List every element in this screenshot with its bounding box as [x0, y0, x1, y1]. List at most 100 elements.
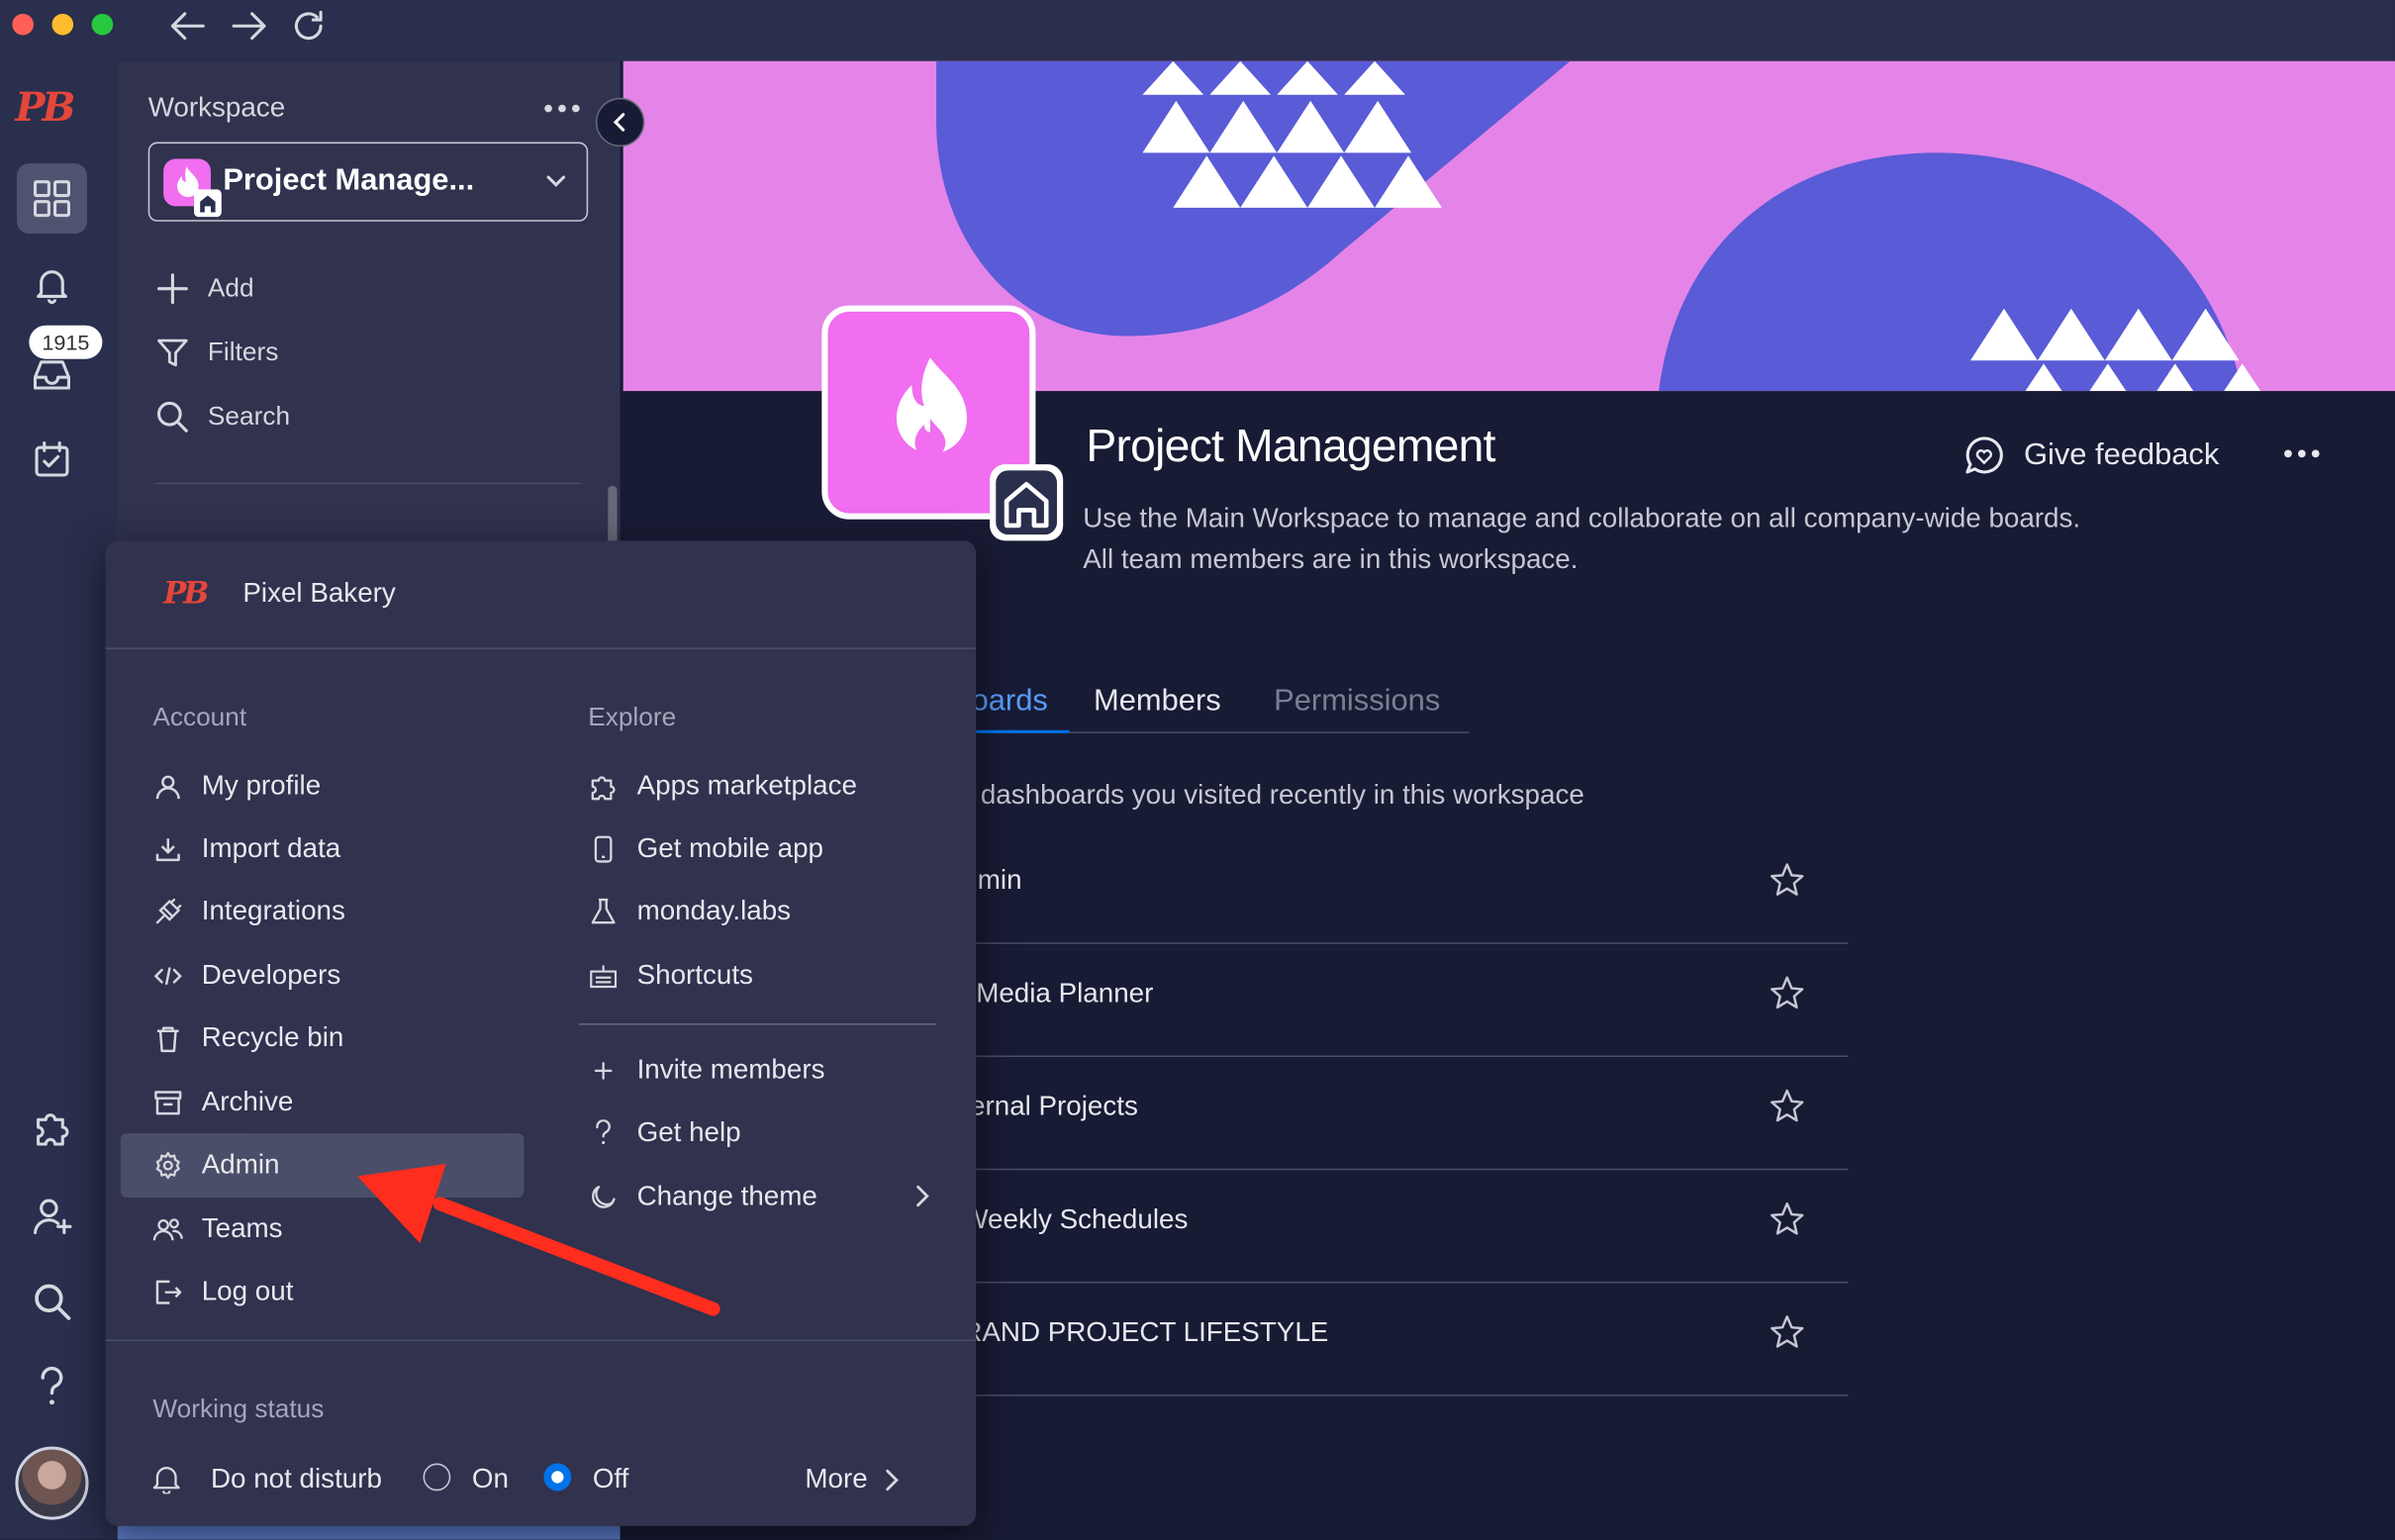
home-badge-icon: [194, 189, 222, 218]
back-icon[interactable]: [168, 6, 208, 46]
menu-item-get-help[interactable]: Get help: [588, 1116, 741, 1148]
menu-item-monday-labs[interactable]: monday.labs: [588, 895, 791, 926]
board-row[interactable]: RAND PROJECT LIFESTYLE: [962, 1283, 1849, 1396]
menu-divider: [105, 1339, 977, 1342]
menu-item-integrations[interactable]: Integrations: [152, 895, 345, 926]
workspaces-icon[interactable]: [16, 163, 87, 235]
workspace-options-icon[interactable]: [2282, 433, 2322, 481]
panel-divider: [155, 482, 581, 485]
filters-button[interactable]: Filters: [155, 337, 278, 370]
menu-item-label: My profile: [201, 769, 322, 801]
search-button[interactable]: Search: [155, 400, 290, 433]
give-feedback-button[interactable]: Give feedback: [1963, 433, 2219, 476]
workspace-selector[interactable]: Project Manage...: [147, 142, 589, 222]
menu-divider: [105, 647, 977, 649]
team-icon: [152, 1213, 183, 1244]
menu-item-shortcuts[interactable]: Shortcuts: [588, 959, 753, 991]
my-work-icon[interactable]: [17, 425, 87, 495]
active-tab-indicator: [971, 729, 1070, 733]
chevron-left-icon: [613, 113, 625, 132]
reload-icon[interactable]: [289, 6, 329, 46]
star-icon[interactable]: [1769, 1201, 1805, 1237]
search-icon[interactable]: [17, 1266, 87, 1336]
explore-divider: [578, 1023, 937, 1025]
chevron-right-icon: [886, 1469, 899, 1491]
menu-item-recycle-bin[interactable]: Recycle bin: [152, 1022, 343, 1054]
tab-members[interactable]: Members: [1094, 684, 1221, 719]
menu-item-invite-members[interactable]: Invite members: [588, 1054, 824, 1086]
search-icon: [156, 401, 188, 433]
give-feedback-label: Give feedback: [2023, 437, 2220, 472]
chevron-down-icon: [543, 168, 568, 200]
star-icon[interactable]: [1769, 1313, 1805, 1350]
apps-puzzle-icon[interactable]: [17, 1093, 87, 1163]
menu-item-my-profile[interactable]: My profile: [152, 770, 321, 802]
flame-icon: [896, 357, 967, 459]
account-logo: PB: [163, 574, 209, 612]
dnd-on-radio[interactable]: [423, 1463, 451, 1492]
notifications-icon[interactable]: [17, 250, 87, 321]
user-avatar[interactable]: [15, 1446, 89, 1520]
menu-item-change-theme[interactable]: Change theme: [588, 1181, 817, 1212]
zoom-window-button[interactable]: [91, 13, 114, 36]
dnd-off-radio[interactable]: [543, 1463, 572, 1492]
archive-icon: [152, 1087, 183, 1117]
menu-item-admin[interactable]: Admin: [152, 1149, 279, 1181]
working-status-header: Working status: [152, 1395, 325, 1424]
gear-icon: [152, 1149, 183, 1180]
menu-item-label: Teams: [201, 1212, 283, 1244]
menu-item-apps-marketplace[interactable]: Apps marketplace: [588, 770, 857, 802]
tabs-underline: [1069, 731, 1470, 733]
dnd-on-label: On: [471, 1463, 509, 1494]
invite-user-icon[interactable]: [17, 1181, 87, 1251]
account-menu: PB Pixel Bakery Account Explore My profi…: [105, 540, 977, 1526]
menu-item-label: Admin: [201, 1148, 280, 1180]
dnd-off-label: Off: [592, 1463, 629, 1494]
add-button[interactable]: Add: [155, 272, 254, 306]
board-row[interactable]: Weekly Schedules: [962, 1170, 1849, 1284]
feedback-icon: [1965, 436, 2003, 474]
menu-item-label: Apps marketplace: [636, 769, 857, 801]
workspace-description-line1: Use the Main Workspace to manage and col…: [1083, 502, 2081, 533]
account-name: Pixel Bakery: [242, 577, 396, 609]
recent-boards-caption: d dashboards you visited recently in thi…: [957, 779, 1584, 810]
menu-item-developers[interactable]: Developers: [152, 959, 340, 991]
menu-item-label: Import data: [201, 832, 341, 864]
workspace-more-icon[interactable]: [542, 89, 582, 137]
menu-item-log-out[interactable]: Log out: [152, 1276, 293, 1307]
chevron-right-icon: [911, 1183, 933, 1217]
working-status-more-button[interactable]: More: [805, 1464, 901, 1495]
inbox-count-badge: 1915: [29, 325, 103, 359]
collapse-panel-button[interactable]: [595, 97, 645, 147]
menu-item-label: Shortcuts: [636, 959, 753, 991]
title-bar: [0, 0, 2395, 61]
panel-scrollbar[interactable]: [608, 485, 618, 547]
add-label: Add: [207, 273, 254, 303]
minimize-window-button[interactable]: [51, 13, 74, 36]
board-row[interactable]: ternal Projects: [962, 1057, 1849, 1171]
mobile-icon: [588, 833, 619, 864]
forward-icon[interactable]: [230, 6, 269, 46]
workspace-selector-label: Project Manage...: [223, 163, 475, 198]
board-row[interactable]: dmin: [962, 831, 1849, 944]
menu-item-teams[interactable]: Teams: [152, 1212, 283, 1244]
menu-item-label: Developers: [201, 959, 341, 991]
star-icon[interactable]: [1769, 975, 1805, 1011]
menu-item-get-mobile-app[interactable]: Get mobile app: [588, 832, 823, 864]
tab-permissions[interactable]: Permissions: [1274, 684, 1440, 719]
menu-item-label: Archive: [201, 1086, 294, 1117]
help-icon[interactable]: [17, 1352, 87, 1422]
do-not-disturb-label: Do not disturb: [210, 1463, 382, 1494]
board-name: RAND PROJECT LIFESTYLE: [962, 1316, 1329, 1348]
star-icon[interactable]: [1769, 861, 1805, 898]
board-row[interactable]: l Media Planner: [962, 944, 1849, 1058]
menu-item-label: Integrations: [201, 895, 345, 926]
star-icon[interactable]: [1769, 1088, 1805, 1124]
filters-label: Filters: [207, 337, 279, 367]
menu-item-import-data[interactable]: Import data: [152, 832, 340, 864]
close-window-button[interactable]: [12, 13, 34, 36]
tab-boards[interactable]: oards: [972, 684, 1048, 719]
pixel-bakery-logo[interactable]: PB: [15, 85, 75, 131]
account-section-header: Account: [152, 702, 247, 732]
menu-item-archive[interactable]: Archive: [152, 1086, 293, 1117]
